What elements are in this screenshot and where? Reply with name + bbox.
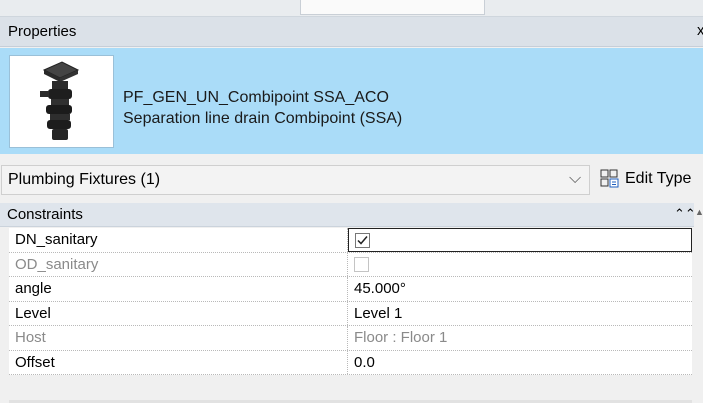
edit-type-label: Edit Type — [625, 170, 692, 187]
type-selector[interactable]: PF_GEN_UN_Combipoint SSA_ACO Separation … — [0, 48, 703, 154]
chevron-down-icon[interactable]: ⌵ — [569, 170, 581, 188]
property-row-offset: Offset 0.0 — [9, 350, 692, 375]
property-row-angle: angle 45.000° — [9, 277, 692, 302]
panel-title: Properties — [8, 23, 77, 40]
angle-value[interactable]: 45.000° — [348, 277, 692, 301]
type-name-block: PF_GEN_UN_Combipoint SSA_ACO Separation … — [123, 87, 402, 129]
property-value — [348, 253, 692, 277]
property-name: angle — [9, 277, 348, 301]
property-name: Offset — [9, 350, 348, 374]
group-label: Constraints — [7, 206, 83, 223]
top-tab-strip — [0, 0, 703, 17]
host-value: Floor : Floor 1 — [354, 329, 448, 346]
od-sanitary-checkbox — [354, 256, 369, 272]
scroll-up-icon[interactable]: ▲ — [695, 207, 703, 217]
edit-type-button[interactable]: Edit Type — [598, 165, 703, 195]
constraints-group-header[interactable]: Constraints ⌃⌃ — [0, 203, 703, 227]
properties-title-bar: Properties x — [0, 17, 703, 47]
family-name: PF_GEN_UN_Combipoint SSA_ACO — [123, 89, 389, 106]
offset-value[interactable]: 0.0 — [348, 351, 692, 375]
property-name: DN_sanitary — [9, 228, 348, 252]
level-value[interactable]: Level 1 — [348, 302, 692, 326]
type-name: Separation line drain Combipoint (SSA) — [123, 110, 403, 127]
edit-type-icon — [600, 169, 619, 188]
top-tab[interactable] — [300, 0, 485, 15]
instance-filter-value: Plumbing Fixtures (1) — [8, 171, 161, 188]
property-name: Host — [9, 326, 348, 350]
dn-sanitary-checkbox[interactable] — [355, 233, 370, 248]
property-row-od-sanitary: OD_sanitary — [9, 252, 692, 277]
instance-filter-row: Plumbing Fixtures (1) ⌵ Edit Type — [0, 161, 703, 199]
close-icon[interactable]: x — [697, 22, 703, 39]
property-row-host: Host Floor : Floor 1 — [9, 326, 692, 351]
property-row-dn-sanitary: DN_sanitary — [9, 228, 692, 253]
collapse-icon[interactable]: ⌃⌃ — [674, 206, 696, 222]
instance-filter-dropdown[interactable]: Plumbing Fixtures (1) ⌵ — [1, 165, 590, 195]
drain-fixture-icon — [9, 55, 114, 148]
properties-grid: DN_sanitary OD_sanitary angle 45.000° Le… — [9, 228, 692, 375]
property-value[interactable] — [348, 228, 692, 252]
property-name: OD_sanitary — [9, 252, 348, 276]
scrollbar[interactable]: ▲ — [694, 203, 703, 403]
property-row-level: Level Level 1 — [9, 301, 692, 326]
property-name: Level — [9, 301, 348, 325]
